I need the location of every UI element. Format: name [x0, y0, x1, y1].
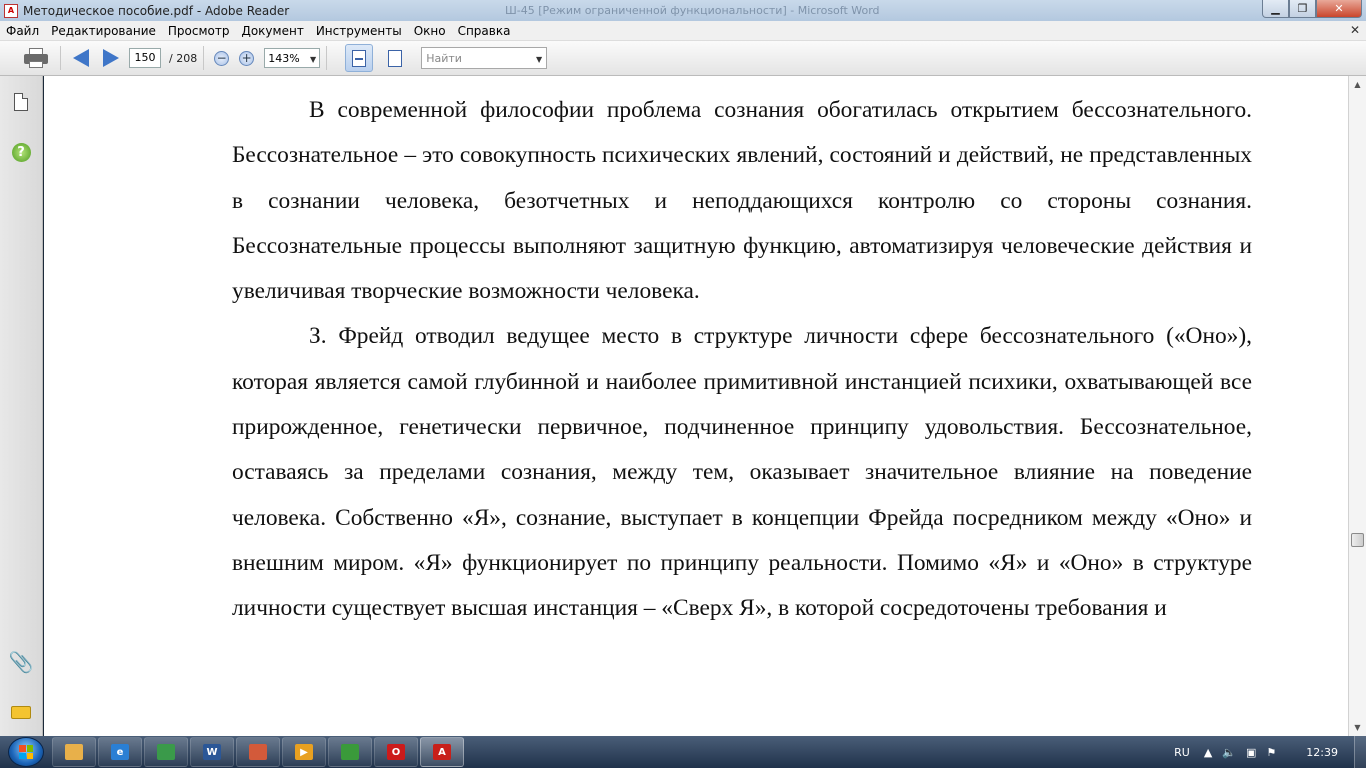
- show-desktop-button[interactable]: [1354, 736, 1366, 768]
- fit-page-icon: [388, 49, 403, 67]
- zoom-in-icon: +: [241, 51, 252, 65]
- app-red-icon: [249, 744, 267, 760]
- chevron-down-icon: ▼: [310, 55, 317, 64]
- background-window-title: Ш-45 [Режим ограниченной функциональност…: [505, 4, 880, 17]
- adobe-reader-icon: A: [4, 3, 18, 18]
- document-paragraph: З. Фрейд отводил ведущее место в структу…: [232, 323, 1252, 622]
- taskbar-app-explorer[interactable]: [52, 737, 96, 767]
- clock[interactable]: 12:39: [1306, 746, 1338, 759]
- attachment-icon[interactable]: 📎: [9, 650, 34, 674]
- media-player-icon: ▶: [295, 744, 313, 760]
- toolbar-separator: [60, 46, 61, 70]
- taskbar-app-app-red[interactable]: [236, 737, 280, 767]
- scroll-up-icon[interactable]: ▲: [1349, 76, 1366, 93]
- menu-view[interactable]: Просмотр: [162, 24, 236, 38]
- fit-width-button[interactable]: [345, 44, 374, 72]
- system-tray: RU ▲ 🔈 ▣ ⚑ 12:39: [1174, 736, 1366, 768]
- menu-window[interactable]: Окно: [408, 24, 452, 38]
- help-icon[interactable]: ?: [11, 141, 31, 163]
- taskbar-app-internet-explorer[interactable]: e: [98, 737, 142, 767]
- close-button[interactable]: ✕: [1316, 0, 1362, 18]
- menu-document[interactable]: Документ: [235, 24, 309, 38]
- window-title: Методическое пособие.pdf - Adobe Reader: [23, 3, 290, 18]
- toolbar: 150 / 208 − + 143% ▼ Найти ▼: [0, 41, 1366, 76]
- toolbar-separator: [203, 46, 205, 70]
- find-input[interactable]: Найти ▼: [421, 47, 548, 69]
- taskbar-app-word[interactable]: W: [190, 737, 234, 767]
- pages-icon[interactable]: [11, 91, 31, 113]
- arrow-left-icon: [73, 49, 89, 67]
- taskbar-app-chrome[interactable]: [328, 737, 372, 767]
- toolbar-separator: [326, 46, 328, 70]
- page-total: / 208: [169, 51, 198, 65]
- show-hidden-icons-icon[interactable]: ▲: [1204, 746, 1212, 759]
- comment-icon[interactable]: [11, 701, 31, 723]
- menu-bar: Файл Редактирование Просмотр Документ Ин…: [0, 21, 1366, 41]
- scroll-down-icon[interactable]: ▼: [1349, 719, 1366, 736]
- opera-icon: O: [387, 744, 405, 760]
- minimize-button[interactable]: ▁: [1262, 0, 1289, 18]
- media-app-icon: [157, 744, 175, 760]
- menu-file[interactable]: Файл: [0, 24, 45, 38]
- arrow-right-icon: [103, 49, 119, 67]
- windows-logo-icon: [19, 745, 33, 759]
- language-indicator[interactable]: RU: [1174, 746, 1190, 759]
- adobe-reader-icon: A: [433, 744, 451, 760]
- title-bar: A Методическое пособие.pdf - Adobe Reade…: [0, 0, 1366, 21]
- taskbar-app-media-app[interactable]: [144, 737, 188, 767]
- menu-edit[interactable]: Редактирование: [45, 24, 162, 38]
- chrome-icon: [341, 744, 359, 760]
- close-icon: ✕: [1334, 2, 1344, 15]
- chevron-down-icon: ▼: [536, 55, 543, 64]
- network-icon[interactable]: ▣: [1246, 746, 1256, 759]
- restore-icon: ❐: [1297, 2, 1308, 15]
- zoom-value: 143%: [268, 51, 300, 65]
- volume-icon[interactable]: 🔈: [1222, 746, 1236, 759]
- menu-help[interactable]: Справка: [452, 24, 517, 38]
- taskbar-app-opera[interactable]: O: [374, 737, 418, 767]
- maximize-button[interactable]: ❐: [1289, 0, 1316, 18]
- action-center-icon[interactable]: ⚑: [1266, 746, 1276, 759]
- navigation-panel: ? 📎: [0, 76, 43, 736]
- zoom-select[interactable]: 143% ▼: [264, 48, 321, 68]
- scroll-thumb[interactable]: [1351, 533, 1364, 547]
- document-view[interactable]: В современной философии проблема сознани…: [44, 76, 1348, 736]
- next-page-button[interactable]: [103, 45, 119, 71]
- print-button[interactable]: [24, 48, 48, 68]
- vertical-scrollbar[interactable]: ▲ ▼: [1348, 76, 1366, 736]
- zoom-out-button[interactable]: −: [214, 50, 230, 66]
- taskbar: e W ▶ O A RU ▲ 🔈 ▣ ⚑ 12:39: [0, 736, 1366, 768]
- fit-width-icon: [352, 49, 367, 67]
- pdf-page: В современной философии проблема сознани…: [232, 88, 1252, 632]
- zoom-in-button[interactable]: +: [239, 50, 255, 66]
- internet-explorer-icon: e: [111, 744, 129, 760]
- minimize-icon: ▁: [1271, 2, 1280, 15]
- previous-page-button[interactable]: [73, 45, 89, 71]
- document-close-icon[interactable]: ✕: [1348, 23, 1362, 37]
- word-icon: W: [203, 744, 221, 760]
- page-number-input[interactable]: 150: [129, 48, 161, 68]
- document-paragraph: В современной философии проблема сознани…: [232, 97, 1252, 305]
- menu-tools[interactable]: Инструменты: [310, 24, 408, 38]
- fit-page-button[interactable]: [381, 44, 409, 72]
- explorer-icon: [65, 744, 83, 760]
- find-placeholder: Найти: [426, 51, 462, 65]
- taskbar-app-media-player[interactable]: ▶: [282, 737, 326, 767]
- zoom-out-icon: −: [216, 51, 227, 65]
- start-button[interactable]: [8, 737, 44, 767]
- taskbar-app-adobe-reader[interactable]: A: [420, 737, 464, 767]
